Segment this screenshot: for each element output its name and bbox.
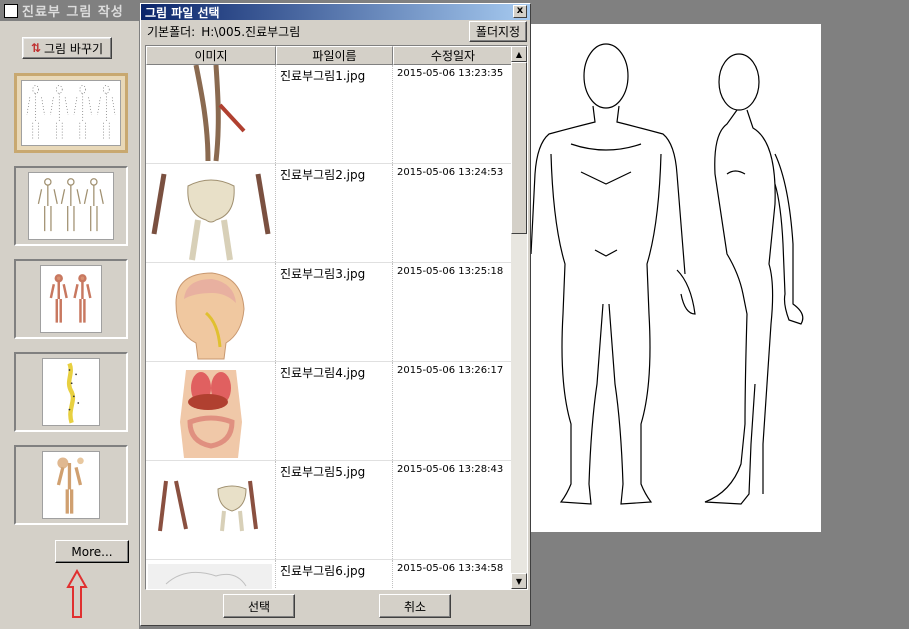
thumbnail-4[interactable] bbox=[14, 352, 128, 432]
file-select-dialog: 그림 파일 선택 x 기본폴더: H:\005.진료부그림 폴더지정 이미지 파… bbox=[140, 3, 531, 626]
row-filename: 진료부그림6.jpg bbox=[276, 560, 393, 589]
table-row[interactable]: 진료부그림4.jpg 2015-05-06 13:26:17 bbox=[146, 362, 527, 461]
column-header-image[interactable]: 이미지 bbox=[146, 46, 276, 65]
row-date: 2015-05-06 13:23:35 bbox=[397, 68, 504, 79]
swap-icon: ⇅ bbox=[30, 41, 42, 55]
vertical-scrollbar[interactable]: ▲ ▼ bbox=[511, 46, 527, 589]
dialog-title: 그림 파일 선택 bbox=[145, 5, 220, 20]
row-thumbnail bbox=[146, 65, 276, 163]
row-thumbnail bbox=[146, 263, 276, 361]
thumbnail-image bbox=[42, 451, 100, 519]
select-button[interactable]: 선택 bbox=[223, 594, 295, 618]
app-icon bbox=[4, 3, 18, 18]
close-button[interactable]: x bbox=[513, 5, 527, 18]
folder-row: 기본폴더: H:\005.진료부그림 폴더지정 bbox=[141, 20, 530, 42]
file-list[interactable]: 이미지 파일이름 수정일자 진료부그림1.jpg 2015-05-06 13:2… bbox=[145, 45, 528, 590]
row-thumbnail bbox=[146, 164, 276, 262]
thumbnail-image bbox=[28, 172, 114, 240]
dialog-title-bar: 그림 파일 선택 x bbox=[141, 4, 530, 20]
swap-image-button[interactable]: ⇅ 그림 바꾸기 bbox=[22, 37, 112, 59]
choose-folder-button[interactable]: 폴더지정 bbox=[469, 21, 527, 42]
thumbnail-1[interactable] bbox=[14, 73, 128, 153]
row-filename: 진료부그림3.jpg bbox=[276, 263, 393, 361]
thumbnail-2[interactable] bbox=[14, 166, 128, 246]
table-row[interactable]: 진료부그림3.jpg 2015-05-06 13:25:18 bbox=[146, 263, 527, 362]
more-button[interactable]: More... bbox=[55, 540, 129, 563]
row-filename: 진료부그림2.jpg bbox=[276, 164, 393, 262]
folder-label: 기본폴더: bbox=[147, 24, 196, 39]
row-date: 2015-05-06 13:24:53 bbox=[397, 167, 504, 178]
row-thumbnail bbox=[146, 560, 276, 589]
body-outline-figure bbox=[530, 43, 804, 505]
thumbnail-5[interactable] bbox=[14, 445, 128, 525]
chart-image-preview bbox=[530, 24, 821, 532]
row-thumbnail bbox=[146, 461, 276, 559]
table-row[interactable]: 진료부그림1.jpg 2015-05-06 13:23:35 bbox=[146, 65, 527, 164]
row-thumbnail bbox=[146, 362, 276, 460]
column-header-date[interactable]: 수정일자 bbox=[393, 46, 513, 65]
left-panel: ⇅ 그림 바꾸기 More... bbox=[0, 21, 140, 629]
row-date: 2015-05-06 13:25:18 bbox=[397, 266, 504, 277]
thumbnail-image bbox=[21, 80, 121, 146]
row-filename: 진료부그림1.jpg bbox=[276, 65, 393, 163]
swap-image-label: 그림 바꾸기 bbox=[44, 41, 104, 56]
column-header-filename[interactable]: 파일이름 bbox=[276, 46, 393, 65]
list-header: 이미지 파일이름 수정일자 bbox=[146, 46, 527, 65]
app-title: 진료부 그림 작성 bbox=[22, 5, 124, 20]
title-bar-extension bbox=[531, 3, 909, 24]
folder-path: H:\005.진료부그림 bbox=[201, 24, 301, 39]
row-filename: 진료부그림5.jpg bbox=[276, 461, 393, 559]
table-row[interactable]: 진료부그림5.jpg 2015-05-06 13:28:43 bbox=[146, 461, 527, 560]
up-arrow-icon bbox=[66, 569, 88, 618]
row-filename: 진료부그림4.jpg bbox=[276, 362, 393, 460]
row-date: 2015-05-06 13:28:43 bbox=[397, 464, 504, 475]
thumbnail-image bbox=[42, 358, 100, 426]
table-row[interactable]: 진료부그림6.jpg 2015-05-06 13:34:58 bbox=[146, 560, 527, 589]
cancel-button[interactable]: 취소 bbox=[379, 594, 451, 618]
row-date: 2015-05-06 13:26:17 bbox=[397, 365, 504, 376]
scroll-thumb[interactable] bbox=[511, 62, 527, 234]
scroll-down-button[interactable]: ▼ bbox=[511, 573, 527, 589]
row-date: 2015-05-06 13:34:58 bbox=[397, 563, 504, 574]
thumbnail-3[interactable] bbox=[14, 259, 128, 339]
scroll-up-button[interactable]: ▲ bbox=[511, 46, 527, 62]
thumbnail-image bbox=[40, 265, 102, 333]
table-row[interactable]: 진료부그림2.jpg 2015-05-06 13:24:53 bbox=[146, 164, 527, 263]
